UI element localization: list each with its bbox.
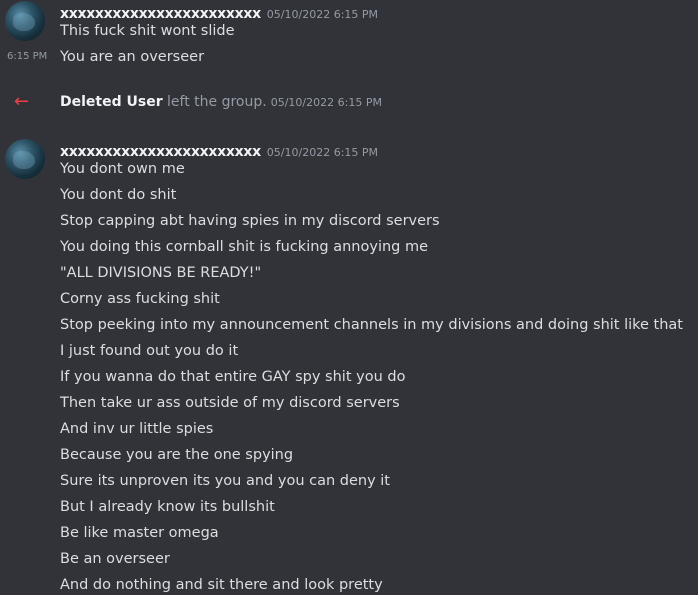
message-line: If you wanna do that entire GAY spy shit… xyxy=(60,369,406,385)
message-timestamp: 05/10/2022 6:15 PM xyxy=(266,8,379,21)
message-line: Then take ur ass outside of my discord s… xyxy=(60,395,400,411)
message-header: xxxxxxxxxxxxxxxxxxxxxxx 05/10/2022 6:15 P… xyxy=(60,141,378,160)
message-line: Stop capping abt having spies in my disc… xyxy=(60,213,440,229)
system-timestamp: 05/10/2022 6:15 PM xyxy=(270,96,382,109)
message-line: Corny ass fucking shit xyxy=(60,291,220,307)
message-timestamp: 05/10/2022 6:15 PM xyxy=(266,146,379,159)
avatar[interactable] xyxy=(5,139,45,179)
message-line: And inv ur little spies xyxy=(60,421,214,437)
message-line: But I already know its bullshit xyxy=(60,499,275,515)
username[interactable]: xxxxxxxxxxxxxxxxxxxxxxx xyxy=(60,144,261,160)
message-line: And do nothing and sit there and look pr… xyxy=(60,577,383,593)
message-line: Sure its unproven its you and you can de… xyxy=(60,473,390,489)
message-line: "ALL DIVISIONS BE READY!" xyxy=(60,265,262,281)
message-line: Stop peeking into my announcement channe… xyxy=(60,317,683,333)
message-line: I just found out you do it xyxy=(60,343,239,359)
message-line: You are an overseer xyxy=(60,49,205,65)
system-username[interactable]: Deleted User xyxy=(60,94,163,110)
avatar[interactable] xyxy=(5,1,45,41)
message-line: This fuck shit wont slide xyxy=(60,23,235,39)
system-message: Deleted User left the group. 05/10/2022 6… xyxy=(60,92,382,113)
message-line: Be like master omega xyxy=(60,525,219,541)
message-line: Because you are the one spying xyxy=(60,447,294,463)
message-line: You dont do shit xyxy=(60,187,177,203)
system-action: left the group. xyxy=(162,94,267,110)
message-line: You dont own me xyxy=(60,161,185,177)
hover-timestamp: 6:15 PM xyxy=(7,51,48,62)
message-line: Be an overseer xyxy=(60,551,170,567)
leave-arrow-icon: ← xyxy=(14,91,30,112)
message-header: xxxxxxxxxxxxxxxxxxxxxxx 05/10/2022 6:15 P… xyxy=(60,3,378,22)
username[interactable]: xxxxxxxxxxxxxxxxxxxxxxx xyxy=(60,6,261,22)
message-line: You doing this cornball shit is fucking … xyxy=(60,239,429,255)
